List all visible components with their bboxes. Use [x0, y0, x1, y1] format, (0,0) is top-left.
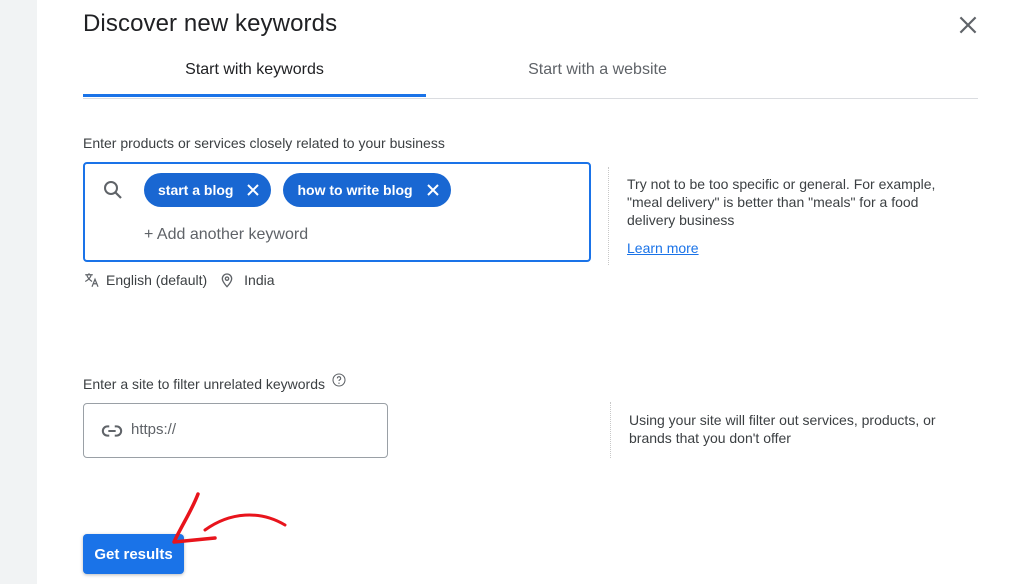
- tab-start-with-keywords[interactable]: Start with keywords: [83, 50, 426, 97]
- site-url-input-box[interactable]: https://: [83, 403, 388, 458]
- search-icon: [104, 181, 122, 199]
- keyword-chip-label: how to write blog: [297, 182, 413, 198]
- site-filter-label: Enter a site to filter unrelated keyword…: [83, 376, 326, 392]
- learn-more-link[interactable]: Learn more: [627, 240, 699, 256]
- location-value: India: [244, 272, 275, 288]
- get-results-button[interactable]: Get results: [83, 534, 184, 574]
- hint-divider: [608, 167, 609, 265]
- tab-bar: Start with keywords Start with a website: [83, 50, 978, 99]
- site-url-input[interactable]: https://: [131, 421, 176, 438]
- language-selector[interactable]: English (default): [83, 271, 207, 289]
- close-icon: [959, 16, 977, 34]
- site-filter-label-row: Enter a site to filter unrelated keyword…: [83, 373, 347, 392]
- link-icon: [101, 425, 123, 437]
- left-sidebar-strip: [0, 0, 37, 584]
- site-filter-hint: Using your site will filter out services…: [629, 412, 936, 446]
- keyword-chip[interactable]: how to write blog: [283, 173, 451, 207]
- help-icon[interactable]: [331, 372, 347, 388]
- tab-start-with-website[interactable]: Start with a website: [426, 50, 769, 97]
- keywords-hint: Try not to be too specific or general. F…: [627, 176, 936, 228]
- keywords-input-box[interactable]: start a blog how to write blog + Add ano…: [83, 162, 591, 262]
- keyword-chip-label: start a blog: [158, 182, 234, 198]
- dialog-title: Discover new keywords: [83, 10, 338, 37]
- keywords-label: Enter products or services closely relat…: [83, 135, 445, 151]
- language-location-row: English (default) India: [83, 271, 275, 289]
- location-pin-icon: [221, 273, 233, 288]
- language-value: English (default): [106, 272, 208, 288]
- remove-chip-icon[interactable]: [245, 182, 261, 198]
- location-selector[interactable]: India: [219, 271, 275, 289]
- keyword-chips: start a blog how to write blog: [144, 173, 451, 207]
- hint-divider: [610, 402, 611, 458]
- close-button[interactable]: [955, 12, 981, 38]
- remove-chip-icon[interactable]: [425, 182, 441, 198]
- translate-icon: [84, 273, 99, 287]
- add-keyword-input[interactable]: + Add another keyword: [144, 226, 308, 244]
- keyword-chip[interactable]: start a blog: [144, 173, 272, 207]
